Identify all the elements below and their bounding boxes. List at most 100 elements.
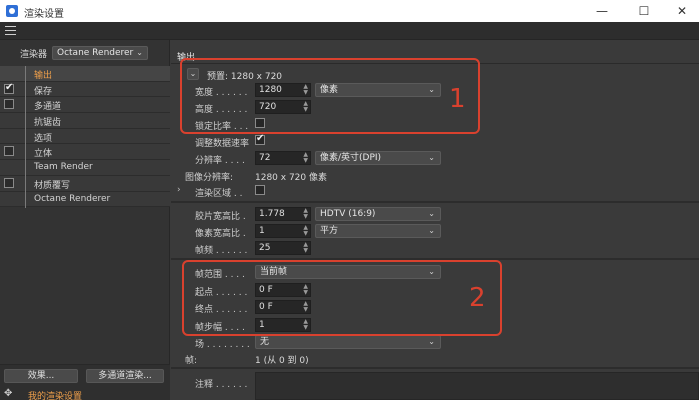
pixel-aspect-value: 1 xyxy=(259,226,265,236)
resolution-unit-value: 像素/英寸(DPI) xyxy=(320,153,382,163)
film-aspect-label: 胶片宽高比 . xyxy=(195,212,246,222)
sidebar-item[interactable]: Octane Renderer xyxy=(0,191,170,208)
framerate-row: 帧频 . . . . . . 25 ▲ ▼ xyxy=(171,240,699,256)
sidebar-item-checkbox[interactable] xyxy=(4,82,14,94)
chevron-down-icon: ⌄ xyxy=(428,153,435,162)
tree-connector-line xyxy=(25,175,26,192)
adjust-rate-row: 调整数据速率 xyxy=(171,133,699,149)
image-resolution-value: 1280 x 720 像素 xyxy=(255,173,327,183)
render-region-checkbox[interactable] xyxy=(255,185,265,195)
sidebar-item[interactable]: 立体 xyxy=(0,144,170,161)
annotation-box-2 xyxy=(182,260,502,336)
chevron-down-icon: ⌄ xyxy=(428,209,435,218)
framerate-value: 25 xyxy=(259,243,271,253)
sidebar-item[interactable]: 选项 xyxy=(0,128,170,145)
tree-connector-line xyxy=(25,160,26,177)
field-value: 无 xyxy=(260,337,270,347)
app-icon xyxy=(6,5,18,17)
chevron-right-icon[interactable]: › xyxy=(177,185,181,195)
image-resolution-label: 图像分辨率: xyxy=(185,173,234,183)
pixel-aspect-preset: 平方 xyxy=(320,226,339,236)
film-aspect-dropdown[interactable]: HDTV (16:9) ⌄ xyxy=(315,207,441,221)
resolution-input[interactable]: 72 ▲ ▼ xyxy=(255,151,311,165)
annotation-box-1 xyxy=(180,58,480,134)
section-separator xyxy=(171,201,699,203)
pixel-aspect-dropdown[interactable]: 平方 ⌄ xyxy=(315,224,441,238)
sidebar-item-label: 立体 xyxy=(34,149,53,160)
resolution-label: 分辨率 . . . . xyxy=(195,156,245,166)
frames-value: 1 (从 0 到 0) xyxy=(255,356,309,366)
field-label: 场 . . . . . . . . xyxy=(195,340,250,350)
sidebar-item-checkbox[interactable] xyxy=(4,146,14,157)
sidebar-item[interactable]: Team Render xyxy=(0,160,170,177)
sidebar-item[interactable]: 抗锯齿 xyxy=(0,113,170,130)
field-row: 场 . . . . . . . . 无 ⌄ xyxy=(171,334,699,350)
pixel-aspect-row: 像素宽高比 . 1 ▲ ▼ 平方 ⌄ xyxy=(171,223,699,239)
film-aspect-input[interactable]: 1.778 ▲ ▼ xyxy=(255,207,311,221)
renderer-row: 渲染器 Octane Renderer ⌄ xyxy=(0,44,170,62)
sidebar-item-label: 材质覆写 xyxy=(34,180,71,191)
chevron-down-icon: ⌄ xyxy=(428,337,435,346)
sidebar-item[interactable]: 输出 xyxy=(0,66,170,82)
hamburger-menu-icon[interactable] xyxy=(5,26,16,36)
annotation-number-2: 2 xyxy=(469,283,486,313)
sidebar-item-label: 保存 xyxy=(34,86,53,97)
notes-label: 注释 . . . . . . xyxy=(195,380,248,390)
sidebar-item-label: Team Render xyxy=(34,162,93,173)
sidebar-item-checkbox[interactable] xyxy=(4,177,14,188)
renderer-select-value: Octane Renderer xyxy=(57,48,134,58)
sidebar: 渲染器 Octane Renderer ⌄ 输出保存多通道抗锯齿选项立体 Team… xyxy=(0,40,170,400)
section-separator xyxy=(171,367,699,369)
spinner-icon[interactable]: ▲ ▼ xyxy=(303,152,308,164)
render-region-row: › 渲染区域 . . xyxy=(171,183,699,199)
move-icon[interactable]: ✥ xyxy=(4,388,12,399)
adjust-rate-label: 调整数据速率 xyxy=(195,139,250,149)
menu-bar xyxy=(0,22,699,40)
adjust-rate-checkbox[interactable] xyxy=(255,133,265,145)
framerate-input[interactable]: 25 ▲ ▼ xyxy=(255,241,311,255)
output-panel: 输出 ⌄ 预置: 1280 x 720 宽度 . . . . . . 1280 … xyxy=(171,40,699,400)
tree-connector-line xyxy=(25,113,26,130)
notes-textarea[interactable] xyxy=(255,372,699,400)
chevron-down-icon: ⌄ xyxy=(428,226,435,235)
renderer-select[interactable]: Octane Renderer ⌄ xyxy=(52,46,148,60)
spinner-icon[interactable]: ▲ ▼ xyxy=(303,225,308,237)
sidebar-item-label: 抗锯齿 xyxy=(34,118,62,129)
film-aspect-preset: HDTV (16:9) xyxy=(320,209,376,219)
film-aspect-row: 胶片宽高比 . 1.778 ▲ ▼ HDTV (16:9) ⌄ xyxy=(171,206,699,222)
tree-connector-line xyxy=(25,97,26,114)
tree-connector-line xyxy=(25,66,26,82)
sidebar-item[interactable]: 材质覆写 xyxy=(0,175,170,192)
tree-connector-line xyxy=(25,81,26,98)
tree-connector-line xyxy=(25,191,26,208)
title-bar: 渲染设置 — ☐ ✕ xyxy=(0,0,699,22)
tree-connector-line xyxy=(25,144,26,161)
image-resolution-row: 图像分辨率: 1280 x 720 像素 xyxy=(171,167,699,183)
chevron-down-icon: ⌄ xyxy=(136,48,143,57)
render-region-label: 渲染区域 . . xyxy=(195,189,243,199)
annotation-number-1: 1 xyxy=(449,84,466,114)
field-dropdown[interactable]: 无 ⌄ xyxy=(255,335,441,349)
multipass-render-button[interactable]: 多通道渲染... xyxy=(86,369,164,383)
resolution-row: 分辨率 . . . . 72 ▲ ▼ 像素/英寸(DPI) ⌄ xyxy=(171,150,699,166)
framerate-label: 帧频 . . . . . . xyxy=(195,246,248,256)
spinner-icon[interactable]: ▲ ▼ xyxy=(303,208,308,220)
sidebar-item-label: 多通道 xyxy=(34,102,62,113)
sidebar-item[interactable]: 多通道 xyxy=(0,97,170,114)
pixel-aspect-label: 像素宽高比 . xyxy=(195,229,246,239)
frames-label: 帧: xyxy=(185,356,198,366)
film-aspect-value: 1.778 xyxy=(259,209,285,219)
settings-tree: 输出保存多通道抗锯齿选项立体 Team Render 材质覆写 Octane Rend… xyxy=(0,66,170,208)
sidebar-item-checkbox[interactable] xyxy=(4,99,14,110)
effects-button[interactable]: 效果... xyxy=(4,369,78,383)
resolution-unit-dropdown[interactable]: 像素/英寸(DPI) ⌄ xyxy=(315,151,441,165)
my-render-settings-item[interactable]: 我的渲染设置 xyxy=(28,389,82,400)
pixel-aspect-input[interactable]: 1 ▲ ▼ xyxy=(255,224,311,238)
spinner-icon[interactable]: ▲ ▼ xyxy=(303,242,308,254)
sidebar-item[interactable]: 保存 xyxy=(0,81,170,98)
maximize-button[interactable]: ☐ xyxy=(630,2,658,20)
close-button[interactable]: ✕ xyxy=(668,2,696,20)
frames-row: 帧: 1 (从 0 到 0) xyxy=(171,350,699,366)
sidebar-item-label: 选项 xyxy=(34,133,53,144)
minimize-button[interactable]: — xyxy=(588,2,616,20)
